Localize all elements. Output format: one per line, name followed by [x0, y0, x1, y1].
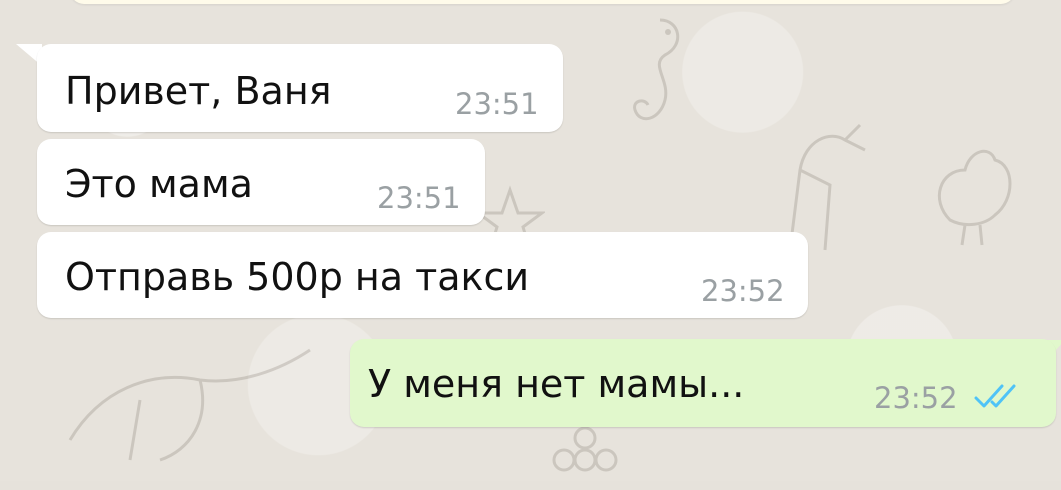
message-text: У меня нет мамы... — [368, 362, 745, 406]
chicken-doodle-icon — [937, 149, 1012, 246]
message-text: Привет, Ваня — [65, 69, 332, 113]
dinosaur-doodle-icon — [68, 348, 311, 462]
previous-message-bubble-edge — [70, 0, 1015, 4]
double-check-read-icon — [974, 384, 1016, 408]
message-time: 23:51 — [455, 87, 539, 121]
incoming-message-2[interactable]: Это мама 23:51 — [37, 139, 485, 225]
message-time: 23:52 — [874, 381, 958, 415]
incoming-message-3[interactable]: Отправь 500р на такси 23:52 — [37, 232, 808, 318]
message-text: Отправь 500р на такси — [65, 255, 530, 299]
message-text: Это мама — [65, 162, 253, 206]
outgoing-message-1[interactable]: У меня нет мамы... 23:52 — [350, 339, 1056, 427]
message-time: 23:51 — [377, 181, 461, 215]
message-time: 23:52 — [701, 274, 785, 308]
seahorse-doodle-icon — [633, 18, 680, 121]
incoming-message-1[interactable]: Привет, Ваня 23:51 — [37, 44, 563, 132]
flower-doodle-icon — [552, 426, 618, 472]
